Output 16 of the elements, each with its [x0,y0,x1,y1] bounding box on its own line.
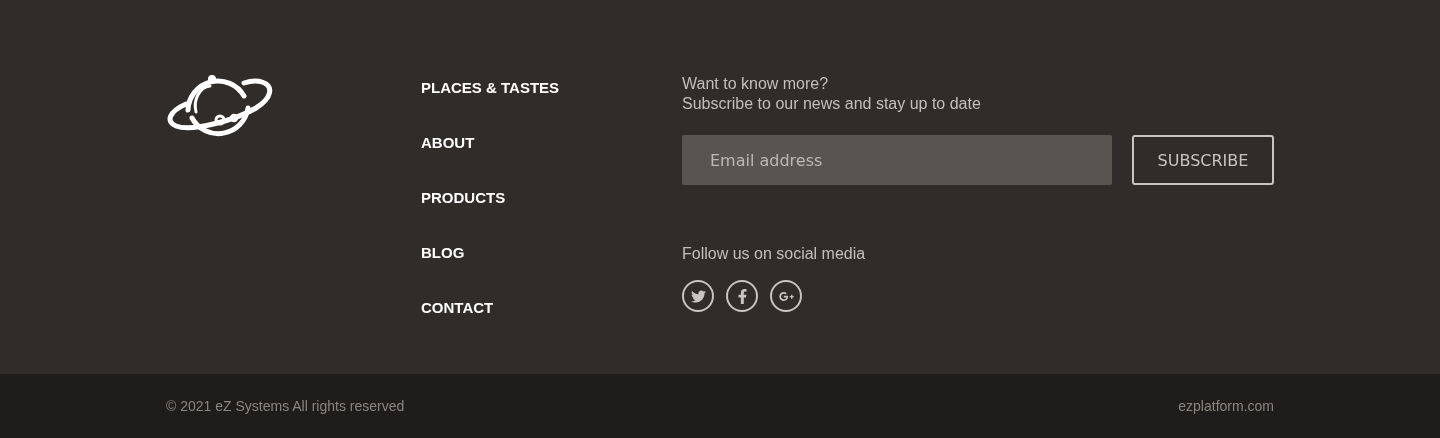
twitter-icon [690,288,706,304]
newsletter-heading: Want to know more? [682,74,830,94]
nav-link[interactable]: CONTACT [421,298,494,317]
email-field[interactable]: Email address [682,135,1112,185]
facebook-link[interactable] [726,280,758,312]
newsletter-text: Subscribe to our news and stay up to date [682,94,982,114]
twitter-link[interactable] [682,280,714,312]
copyright-text: © 2021 eZ Systems All rights reserved [166,398,405,414]
subscribe-button[interactable]: SUBSCRIBE [1132,135,1274,185]
nav-link[interactable]: PLACES & TASTES [421,78,560,97]
social-heading: Follow us on social media [682,244,866,264]
nav-link[interactable]: BLOG [421,243,465,262]
website-link[interactable]: ezplatform.com [1178,398,1274,414]
nav-link[interactable]: PRODUCTS [421,188,506,207]
google-plus-link[interactable] [770,280,802,312]
nav-link[interactable]: ABOUT [421,133,475,152]
